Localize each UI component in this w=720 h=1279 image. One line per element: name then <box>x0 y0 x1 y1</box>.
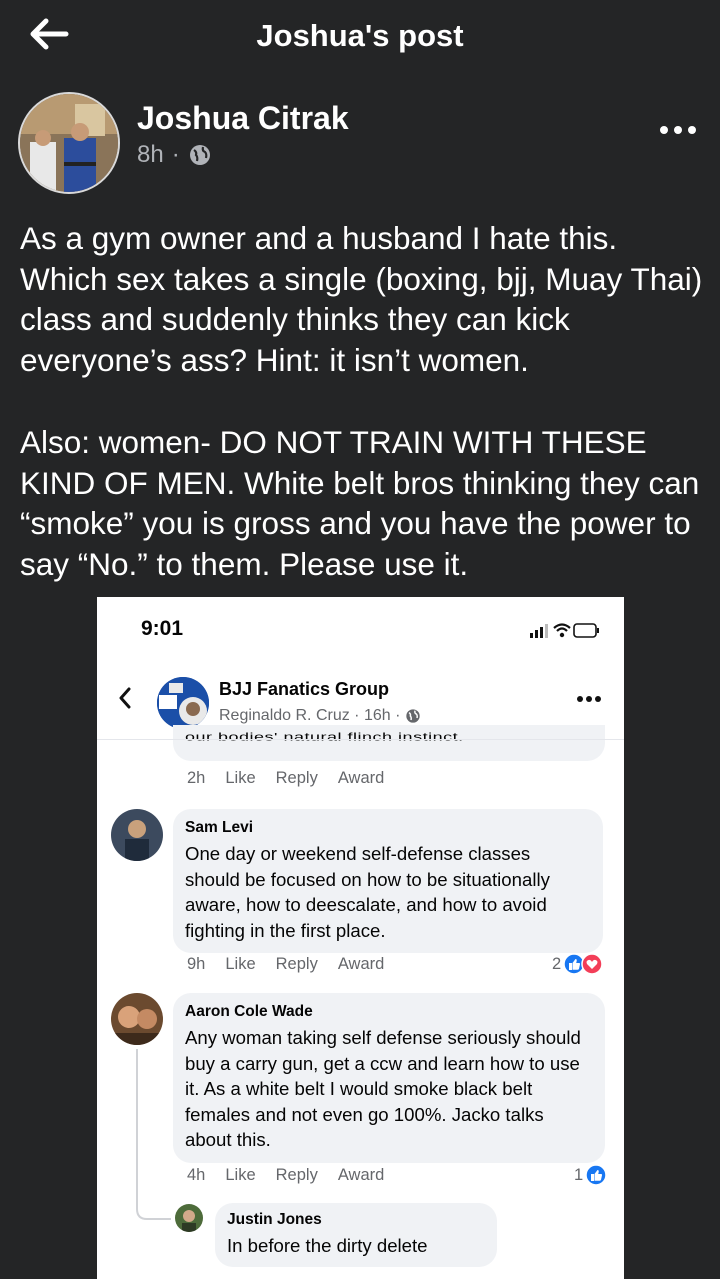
globe-icon <box>406 709 421 723</box>
commenter-name[interactable]: Justin Jones <box>227 1211 483 1229</box>
post-meta: 8h · <box>137 141 212 169</box>
comment-bubble-cut: our bodies' natural flinch instinct. <box>173 725 605 761</box>
reaction-count: 2 <box>552 954 562 973</box>
award-link[interactable]: Award <box>338 1166 384 1185</box>
post-time[interactable]: 8h <box>137 141 164 169</box>
comment-text: Any woman taking self defense seriously … <box>185 1027 581 1150</box>
embedded-screenshot[interactable]: 9:01 BJJ Fanatics Group Reginaldo R. Cru… <box>97 597 624 1279</box>
reply-thread-line <box>136 1049 171 1220</box>
commenter-avatar[interactable] <box>175 1204 203 1232</box>
comment-bubble[interactable]: Sam Levi One day or weekend self-defense… <box>173 809 603 953</box>
group-subtitle: Reginaldo R. Cruz · 16h · <box>219 707 421 725</box>
commenter-name[interactable]: Sam Levi <box>185 819 589 837</box>
commenter-avatar[interactable] <box>111 993 163 1045</box>
post-paragraph: Also: women- DO NOT TRAIN WITH THESE KIN… <box>20 423 700 582</box>
post-paragraph: As a gym owner and a husband I hate this… <box>20 220 703 379</box>
award-link[interactable]: Award <box>338 769 384 788</box>
reactions[interactable]: 1 <box>574 1164 607 1186</box>
reaction-count: 1 <box>574 1165 584 1184</box>
author-avatar[interactable] <box>18 92 120 194</box>
comment-actions: 9h Like Reply Award <box>187 955 384 974</box>
status-icons <box>530 623 599 638</box>
globe-icon <box>189 145 210 165</box>
reply-link[interactable]: Reply <box>276 769 318 788</box>
comment-actions: 4h Like Reply Award <box>187 1166 384 1185</box>
comment-bubble[interactable]: Aaron Cole Wade Any woman taking self de… <box>173 993 605 1163</box>
cut-comment-text: our bodies' natural flinch instinct. <box>185 731 464 743</box>
comment-time: 2h <box>187 769 206 787</box>
author-name[interactable]: Joshua Citrak <box>137 100 349 137</box>
reactions[interactable]: 2 <box>552 953 603 975</box>
top-bar: Joshua's post <box>0 0 720 76</box>
group-name[interactable]: BJJ Fanatics Group <box>219 679 389 700</box>
group-avatar[interactable] <box>157 677 209 729</box>
love-reaction-icon <box>581 953 603 975</box>
wifi-icon <box>553 623 571 638</box>
status-time: 9:01 <box>141 617 184 640</box>
like-link[interactable]: Like <box>225 955 255 974</box>
signal-icon <box>530 624 548 638</box>
comment-text: In before the dirty delete <box>227 1235 428 1256</box>
more-icon[interactable] <box>658 120 698 140</box>
post-body: As a gym owner and a husband I hate this… <box>20 218 710 585</box>
comment-time: 9h <box>187 955 206 973</box>
like-link[interactable]: Like <box>225 1166 255 1185</box>
award-link[interactable]: Award <box>338 955 384 974</box>
header-divider <box>97 739 624 740</box>
group-subtitle-text: Reginaldo R. Cruz · 16h · <box>219 707 401 724</box>
reply-link[interactable]: Reply <box>276 1166 318 1185</box>
meta-dot: · <box>171 141 180 168</box>
comment-actions: 2h Like Reply Award <box>187 769 384 788</box>
commenter-name[interactable]: Aaron Cole Wade <box>185 1003 591 1021</box>
chevron-left-icon[interactable] <box>117 686 133 710</box>
battery-icon <box>573 623 599 638</box>
more-icon[interactable] <box>576 695 602 703</box>
like-link[interactable]: Like <box>225 769 255 788</box>
reply-link[interactable]: Reply <box>276 955 318 974</box>
comment-text: One day or weekend self-defense classes … <box>185 843 550 941</box>
commenter-avatar[interactable] <box>111 809 163 861</box>
like-reaction-icon <box>585 1164 607 1186</box>
comment-bubble[interactable]: Justin Jones In before the dirty delete <box>215 1203 497 1267</box>
page-title: Joshua's post <box>256 18 464 53</box>
comment-time: 4h <box>187 1166 206 1184</box>
